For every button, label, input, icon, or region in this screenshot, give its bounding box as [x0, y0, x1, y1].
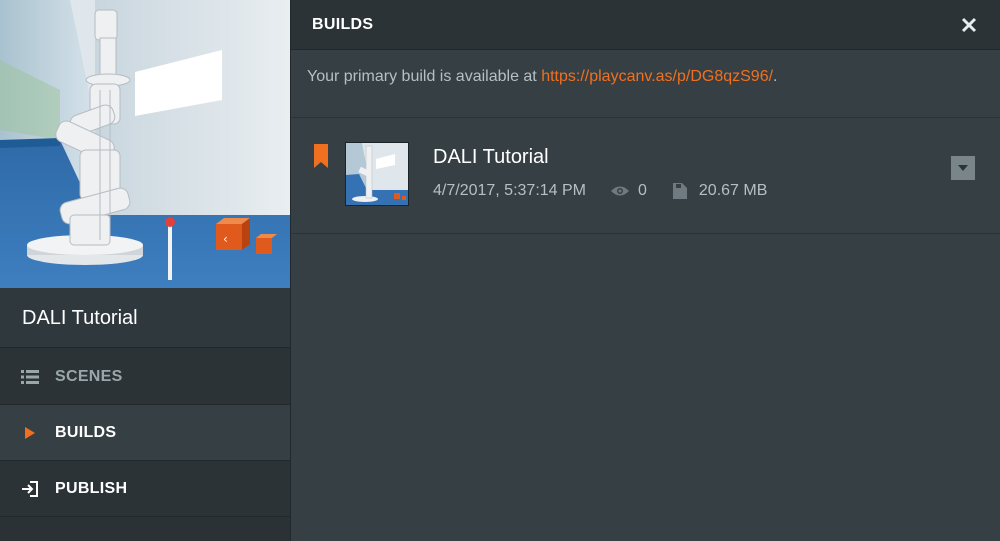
nav-item-label: BUILDS [55, 424, 117, 441]
nav-item-label: SCENES [55, 368, 123, 385]
close-icon [961, 17, 977, 33]
nav-item-scenes[interactable]: SCENES [0, 349, 290, 405]
nav-item-publish[interactable]: PUBLISH [0, 461, 290, 517]
eye-icon [610, 185, 630, 197]
nav-item-builds[interactable]: BUILDS [0, 405, 290, 461]
chevron-down-icon [958, 165, 968, 171]
primary-build-text: Your primary build is available at [307, 68, 542, 85]
primary-build-link[interactable]: https://playcanv.as/p/DG8qzS96/ [541, 68, 773, 85]
build-options-dropdown[interactable] [951, 156, 975, 180]
build-name: DALI Tutorial [433, 146, 549, 168]
play-triangle-icon [20, 405, 40, 461]
builds-panel: BUILDS Your primary build is available a… [290, 0, 1000, 541]
publish-icon [20, 461, 40, 517]
disk-icon [672, 183, 687, 199]
list-icon [20, 349, 40, 405]
nav-item-label: PUBLISH [55, 480, 128, 497]
project-thumbnail-image: ‹ [0, 0, 290, 288]
close-button[interactable] [959, 15, 979, 35]
build-date: 4/7/2017, 5:37:14 PM [433, 182, 586, 199]
panel-title: BUILDS [312, 16, 374, 33]
divider [291, 233, 1000, 234]
primary-build-info: Your primary build is available at https… [307, 68, 777, 86]
primary-build-suffix: . [773, 68, 778, 85]
build-row[interactable]: DALI Tutorial 4/7/2017, 5:37:14 PM 0 20.… [291, 118, 1000, 233]
build-size: 20.67 MB [698, 182, 768, 199]
panel-header: BUILDS [291, 0, 1000, 50]
build-views: 0 [638, 182, 647, 199]
sidebar: ‹ DALI Tutorial SCENES BUILDS PUBLISH [0, 0, 290, 541]
project-title: DALI Tutorial [0, 288, 290, 348]
project-thumbnail[interactable]: ‹ [0, 0, 290, 288]
build-meta: 4/7/2017, 5:37:14 PM 0 20.67 MB [433, 182, 767, 200]
bookmark-icon[interactable] [314, 144, 328, 168]
build-thumbnail [345, 142, 409, 206]
svg-text:‹: ‹ [223, 232, 228, 246]
